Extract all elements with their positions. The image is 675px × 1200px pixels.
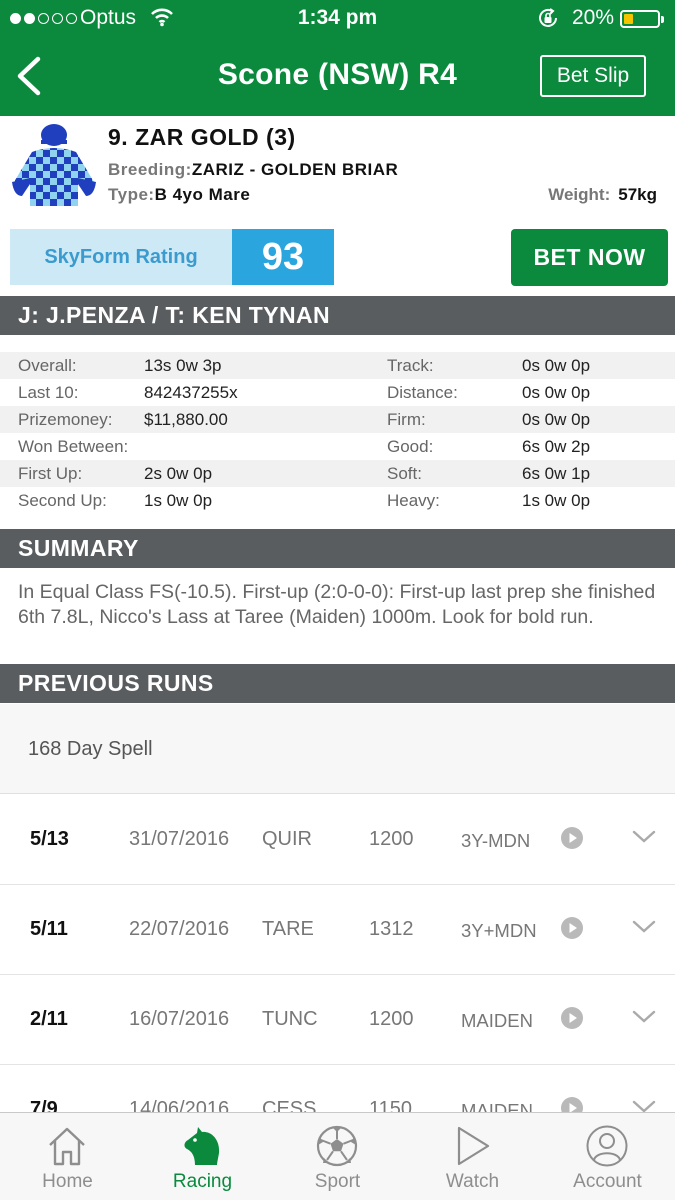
jockey-silks-icon — [12, 124, 96, 206]
horse-name: 9. ZAR GOLD (3) — [108, 124, 296, 150]
weight-line: Weight: 57kg — [548, 185, 657, 205]
bet-slip-button[interactable]: Bet Slip — [540, 55, 646, 97]
stat-label: Distance: — [387, 383, 458, 402]
run-date: 16/07/2016 — [129, 1008, 230, 1030]
stat-label: Overall: — [18, 356, 77, 375]
skyform-rating: SkyForm Rating 93 — [10, 229, 334, 285]
summary-text: In Equal Class FS(-10.5). First-up (2:0-… — [18, 581, 656, 628]
tab-bar: Home Racing Sport Watch Account — [0, 1112, 675, 1200]
run-class: 3Y-MDN — [461, 830, 531, 851]
stat-row: Second Up: 1s 0w 0p Heavy: 1s 0w 0p — [0, 487, 675, 514]
stat-label: Prizemoney: — [18, 410, 113, 429]
chevron-down-icon[interactable] — [632, 1008, 656, 1026]
tab-racing[interactable]: Racing — [135, 1113, 270, 1200]
run-date: 31/07/2016 — [129, 828, 230, 850]
stat-value: $11,880.00 — [144, 410, 228, 429]
tab-account[interactable]: Account — [540, 1113, 675, 1200]
user-icon — [586, 1125, 628, 1167]
run-position: 2/11 — [30, 1008, 68, 1030]
breeding-line: Breeding:ZARIZ - GOLDEN BRIAR — [108, 160, 398, 180]
tab-home-label: Home — [42, 1171, 93, 1192]
stat-row: Last 10: 842437255x Distance: 0s 0w 0p — [0, 379, 675, 406]
status-bar: Optus 1:34 pm 20% — [0, 0, 675, 38]
previous-run-row[interactable]: 5/11 22/07/2016 TARE 1312 3Y+MDN — [0, 885, 675, 975]
type-label: Type: — [108, 185, 155, 204]
spell-row: 168 Day Spell — [0, 704, 675, 794]
stat-value: 0s 0w 0p — [522, 410, 591, 429]
stat-label: Second Up: — [18, 491, 107, 510]
stat-value: 0s 0w 0p — [522, 383, 591, 402]
run-class: MAIDEN — [461, 1010, 533, 1031]
stat-row: Overall: 13s 0w 3p Track: 0s 0w 0p — [0, 352, 675, 379]
stat-label: Won Between: — [18, 437, 129, 456]
run-date: 22/07/2016 — [129, 918, 230, 940]
skyform-rating-label: SkyForm Rating — [44, 246, 198, 268]
stat-value: 0s 0w 0p — [522, 356, 591, 375]
run-class: 3Y+MDN — [461, 920, 537, 941]
breeding-value: ZARIZ - GOLDEN BRIAR — [191, 160, 399, 179]
run-distance: 1312 — [369, 918, 414, 940]
stat-label: Heavy: — [387, 491, 440, 510]
previous-run-row[interactable]: 5/13 31/07/2016 QUIR 1200 3Y-MDN — [0, 795, 675, 885]
stat-value: 1s 0w 0p — [144, 491, 213, 510]
run-track: TARE — [262, 918, 314, 940]
battery-icon — [620, 10, 664, 28]
stat-label: First Up: — [18, 464, 83, 483]
stat-value: 1s 0w 0p — [522, 491, 591, 510]
run-distance: 1200 — [369, 1008, 414, 1030]
tab-sport[interactable]: Sport — [270, 1113, 405, 1200]
soccer-ball-icon — [316, 1125, 358, 1167]
home-icon — [49, 1127, 85, 1166]
chevron-down-icon[interactable] — [632, 918, 656, 936]
form-stats-table: Overall: 13s 0w 3p Track: 0s 0w 0p Last 10: 8… — [0, 352, 675, 514]
replay-play-icon[interactable] — [561, 1007, 583, 1029]
previous-run-row[interactable]: 2/11 16/07/2016 TUNC 1200 MAIDEN — [0, 975, 675, 1065]
play-icon — [457, 1126, 490, 1166]
breeding-label: Breeding: — [108, 160, 192, 179]
type-line: Type:B 4yo Mare — [108, 185, 250, 205]
stat-value: 842437255x — [144, 383, 238, 402]
tab-watch[interactable]: Watch — [405, 1113, 540, 1200]
tab-racing-label: Racing — [172, 1171, 233, 1192]
run-track: QUIR — [262, 828, 312, 850]
chevron-down-icon[interactable] — [632, 828, 656, 846]
replay-play-icon[interactable] — [561, 917, 583, 939]
spell-label: 168 Day Spell — [28, 738, 153, 760]
stat-row: First Up: 2s 0w 0p Soft: 6s 0w 1p — [0, 460, 675, 487]
run-distance: 1200 — [369, 828, 414, 850]
skyform-rating-value: 93 — [232, 229, 334, 285]
previous-runs-header: PREVIOUS RUNS — [0, 664, 675, 703]
stat-label: Good: — [387, 437, 434, 456]
run-position: 5/11 — [30, 918, 68, 940]
summary-header: SUMMARY — [0, 529, 675, 568]
type-value: B 4yo Mare — [154, 185, 251, 204]
weight-value: 57kg — [618, 185, 657, 204]
stat-value: 6s 0w 2p — [522, 437, 591, 456]
stat-row: Won Between: Good: 6s 0w 2p — [0, 433, 675, 460]
rotation-lock-icon — [539, 8, 557, 27]
stat-value: 13s 0w 3p — [144, 356, 222, 375]
run-track: TUNC — [262, 1008, 318, 1030]
weight-label: Weight: — [548, 185, 611, 204]
tab-watch-label: Watch — [445, 1171, 500, 1192]
tab-sport-label: Sport — [314, 1171, 361, 1192]
horse-head-icon — [184, 1127, 220, 1165]
stat-label: Track: — [387, 356, 434, 375]
stat-label: Firm: — [387, 410, 426, 429]
battery-percent: 20% — [572, 6, 615, 29]
stat-value: 6s 0w 1p — [522, 464, 591, 483]
stat-row: Prizemoney: $11,880.00 Firm: 0s 0w 0p — [0, 406, 675, 433]
tab-account-label: Account — [573, 1171, 642, 1192]
stat-value: 2s 0w 0p — [144, 464, 213, 483]
stat-label: Last 10: — [18, 383, 79, 402]
jockey-trainer-header: J: J.PENZA / T: KEN TYNAN — [0, 296, 675, 335]
tab-home[interactable]: Home — [0, 1113, 135, 1200]
replay-play-icon[interactable] — [561, 827, 583, 849]
top-bar: Optus 1:34 pm 20% Scone (NSW) R4 Bet Sli… — [0, 0, 675, 116]
run-position: 5/13 — [30, 828, 69, 850]
stat-label: Soft: — [387, 464, 422, 483]
bet-now-button[interactable]: BET NOW — [511, 229, 668, 286]
